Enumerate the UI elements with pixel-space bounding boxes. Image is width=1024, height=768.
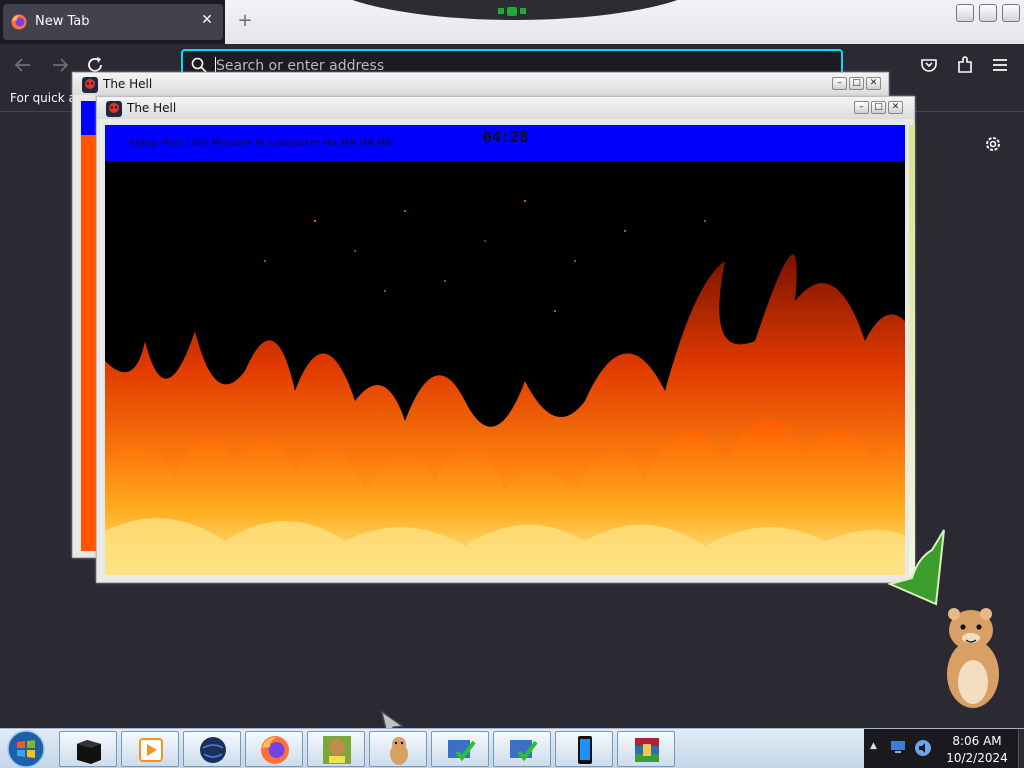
taskbar-app-media-player[interactable] (121, 731, 179, 767)
taskbar-app-winrar[interactable] (617, 731, 675, 767)
gear-icon[interactable] (983, 134, 1003, 154)
clock-date[interactable]: 10/2/2024 (942, 751, 1012, 765)
system-tray: ▲ 8:06 AM 10/2/2024 (864, 729, 1024, 768)
clock-time[interactable]: 8:06 AM (942, 734, 1012, 748)
taskbar: ▲ 8:06 AM 10/2/2024 (0, 728, 1024, 768)
back-arrow-icon[interactable] (12, 54, 34, 76)
skull-icon (106, 101, 122, 117)
installer-check-icon (448, 740, 476, 762)
volume-icon[interactable] (914, 739, 932, 757)
taskbar-app-box-game[interactable] (307, 731, 365, 767)
tab-title: New Tab (35, 14, 90, 29)
winrar-icon (635, 738, 659, 762)
taskbar-app-installer-2[interactable] (493, 731, 551, 767)
black-box-icon (77, 740, 101, 764)
flames-graphic (105, 161, 905, 575)
tray-expand-icon[interactable]: ▲ (870, 741, 877, 751)
firefox-icon (11, 14, 27, 30)
window-titlebar[interactable]: The Hell – □ ✕ (97, 97, 914, 119)
hell-window-front[interactable]: The Hell – □ ✕ Enjoy Your Last Minutes I… (96, 96, 915, 583)
tab-new-tab[interactable]: New Tab ✕ (3, 4, 223, 40)
countdown-timer: 04:28 (483, 128, 529, 146)
window-titlebar[interactable]: The Hell – □ ✕ (73, 73, 888, 95)
media-player-icon (139, 738, 163, 762)
firefox-icon (261, 736, 289, 764)
maximize-button[interactable]: □ (871, 101, 886, 114)
minimize-button[interactable]: – (832, 77, 847, 90)
close-window-button[interactable] (1002, 4, 1020, 22)
pocket-icon[interactable] (918, 54, 940, 76)
window-edge (909, 125, 915, 575)
taskbar-app-installer-1[interactable] (431, 731, 489, 767)
installer-check-icon (510, 740, 538, 762)
menu-icon[interactable] (989, 54, 1011, 76)
minimize-button[interactable]: – (854, 101, 869, 114)
close-icon[interactable]: ✕ (199, 12, 215, 28)
search-icon (191, 57, 207, 73)
hamster-mascot-icon (947, 608, 999, 708)
network-icon[interactable] (890, 740, 906, 754)
windows-start-icon[interactable] (5, 730, 47, 768)
box-game-icon (323, 736, 351, 764)
taskbar-app-black-box[interactable] (59, 731, 117, 767)
taskbar-app-phone[interactable] (555, 731, 613, 767)
close-button[interactable]: ✕ (888, 101, 903, 114)
skull-icon (82, 77, 98, 93)
fire-image (105, 161, 905, 575)
green-marker-icon (498, 7, 526, 16)
window-title: The Hell (103, 77, 153, 91)
show-desktop-button[interactable] (1018, 729, 1024, 768)
minimize-button[interactable] (956, 4, 974, 22)
warning-banner: Enjoy Your Last Minutes In Computer HA H… (105, 125, 905, 161)
window-title: The Hell (127, 101, 177, 115)
fire-content-strip (81, 101, 97, 551)
globe-icon (200, 737, 226, 763)
taskbar-app-hamster[interactable] (369, 731, 427, 767)
maximize-button[interactable]: □ (849, 77, 864, 90)
plus-icon[interactable]: + (234, 10, 256, 31)
close-button[interactable]: ✕ (866, 77, 881, 90)
banner-strip (81, 101, 97, 135)
extensions-icon[interactable] (954, 54, 976, 76)
taskbar-app-firefox[interactable] (245, 731, 303, 767)
green-arrow-icon (888, 529, 945, 606)
phone-icon (578, 736, 592, 764)
taskbar-app-globe[interactable] (183, 731, 241, 767)
restore-button[interactable] (979, 4, 997, 22)
hamster-icon (390, 737, 408, 765)
warning-message: Enjoy Your Last Minutes In Computer HA H… (129, 138, 393, 149)
forward-arrow-icon[interactable] (49, 54, 71, 76)
